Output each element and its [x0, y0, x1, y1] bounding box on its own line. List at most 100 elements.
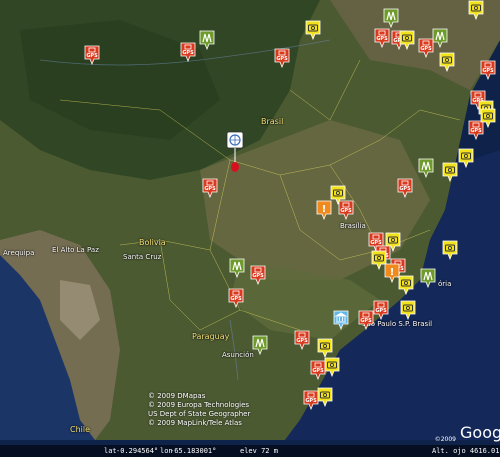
gps-placemark[interactable]: GPS: [294, 330, 310, 350]
gps-placemark[interactable]: GPS: [180, 42, 196, 62]
gps-placemark[interactable]: GPS: [358, 310, 374, 330]
gps-placemark[interactable]: GPS: [84, 45, 100, 65]
camera-placemark[interactable]: [468, 0, 484, 20]
camera-placemark[interactable]: [442, 162, 458, 182]
tree-icon: [229, 258, 245, 278]
tree-icon: [252, 335, 268, 355]
gps-placemark[interactable]: GPS: [480, 60, 496, 80]
camera-icon: [442, 240, 458, 260]
svg-text:GPS: GPS: [204, 186, 216, 192]
gps-icon: GPS: [202, 178, 218, 198]
tree-icon: [432, 28, 448, 48]
status-longitude: -65.183001°: [170, 447, 217, 455]
svg-text:GPS: GPS: [399, 186, 411, 192]
logo-copyright: ©2009: [434, 436, 456, 443]
gps-placemark[interactable]: GPS: [274, 48, 290, 68]
attribution-line-2: © 2009 Europa Technologies: [148, 401, 250, 409]
camera-icon: [442, 162, 458, 182]
museum-icon: [333, 310, 349, 330]
svg-text:!: !: [322, 204, 327, 215]
svg-text:GPS: GPS: [340, 208, 352, 214]
google-earth-logo: ©2009 Goog: [435, 423, 500, 445]
camera-icon: [480, 108, 496, 128]
gps-placemark[interactable]: GPS: [397, 178, 413, 198]
camera-placemark[interactable]: [398, 275, 414, 295]
gps-placemark[interactable]: GPS: [228, 288, 244, 308]
camera-placemark[interactable]: [442, 240, 458, 260]
camera-placemark[interactable]: [400, 300, 416, 320]
camera-placemark[interactable]: [305, 20, 321, 40]
gps-icon: GPS: [180, 42, 196, 62]
camera-placemark[interactable]: [317, 338, 333, 358]
warning-icon: !: [316, 200, 332, 220]
camera-placemark[interactable]: [324, 357, 340, 377]
gps-placemark[interactable]: GPS: [338, 200, 354, 220]
logo-text: Goog: [460, 423, 500, 442]
camera-icon: [317, 338, 333, 358]
warning-placemark[interactable]: !: [316, 200, 332, 220]
svg-text:GPS: GPS: [276, 56, 288, 62]
svg-text:GPS: GPS: [312, 368, 324, 374]
gps-placemark[interactable]: GPS: [373, 300, 389, 320]
svg-text:GPS: GPS: [360, 318, 372, 324]
tree-placemark[interactable]: [420, 268, 436, 288]
tree-placemark[interactable]: [383, 8, 399, 28]
map-view[interactable]: Brasil Bolivia Paraguay Chile Brasília E…: [0, 0, 500, 457]
camera-icon: [317, 387, 333, 407]
svg-text:GPS: GPS: [305, 398, 317, 404]
tree-placemark[interactable]: [229, 258, 245, 278]
camera-placemark[interactable]: [439, 52, 455, 72]
camera-icon: [399, 30, 415, 50]
camera-placemark[interactable]: [399, 30, 415, 50]
gps-icon: GPS: [397, 178, 413, 198]
gps-placemark[interactable]: GPS: [374, 28, 390, 48]
gps-icon: GPS: [373, 300, 389, 320]
gps-icon: GPS: [480, 60, 496, 80]
svg-text:GPS: GPS: [470, 128, 482, 134]
tree-icon: [199, 30, 215, 50]
tree-placemark[interactable]: [199, 30, 215, 50]
status-bar: lat -0.294564° lon -65.183001° elev 72 m…: [0, 445, 500, 457]
svg-text:GPS: GPS: [230, 296, 242, 302]
gps-icon: GPS: [84, 45, 100, 65]
camera-placemark[interactable]: [317, 387, 333, 407]
satellite-terrain: [0, 0, 500, 457]
tree-placemark[interactable]: [432, 28, 448, 48]
gps-icon: GPS: [358, 310, 374, 330]
attribution-line-4: © 2009 MapLink/Tele Atlas: [148, 419, 242, 427]
status-eye-altitude: Alt. ojo 4616.01: [432, 447, 500, 455]
svg-text:GPS: GPS: [296, 338, 308, 344]
gps-placemark[interactable]: GPS: [250, 265, 266, 285]
tree-icon: [418, 158, 434, 178]
camera-icon: [305, 20, 321, 40]
pushpin-icon: [226, 131, 244, 172]
camera-placemark[interactable]: [480, 108, 496, 128]
svg-text:GPS: GPS: [376, 36, 388, 42]
museum-placemark[interactable]: [333, 310, 349, 330]
camera-icon: [398, 275, 414, 295]
gps-icon: GPS: [274, 48, 290, 68]
tree-icon: [420, 268, 436, 288]
camera-icon: [400, 300, 416, 320]
gps-placemark[interactable]: GPS: [418, 38, 434, 58]
camera-placemark[interactable]: [458, 148, 474, 168]
svg-text:GPS: GPS: [252, 273, 264, 279]
gps-icon: GPS: [294, 330, 310, 350]
gps-icon: GPS: [228, 288, 244, 308]
svg-text:!: !: [390, 267, 395, 278]
camera-icon: [468, 0, 484, 20]
camera-icon: [324, 357, 340, 377]
gps-icon: GPS: [250, 265, 266, 285]
gps-icon: GPS: [418, 38, 434, 58]
status-latitude: -0.294564°: [116, 447, 159, 455]
camera-icon: [458, 148, 474, 168]
selected-placemark-pushpin[interactable]: [226, 131, 244, 175]
gps-icon: GPS: [374, 28, 390, 48]
svg-text:GPS: GPS: [86, 53, 98, 59]
status-lat-label: lat: [104, 447, 117, 455]
gps-placemark[interactable]: GPS: [202, 178, 218, 198]
attribution-line-3: US Dept of State Geographer: [148, 410, 251, 418]
tree-placemark[interactable]: [252, 335, 268, 355]
svg-text:GPS: GPS: [482, 68, 494, 74]
tree-placemark[interactable]: [418, 158, 434, 178]
